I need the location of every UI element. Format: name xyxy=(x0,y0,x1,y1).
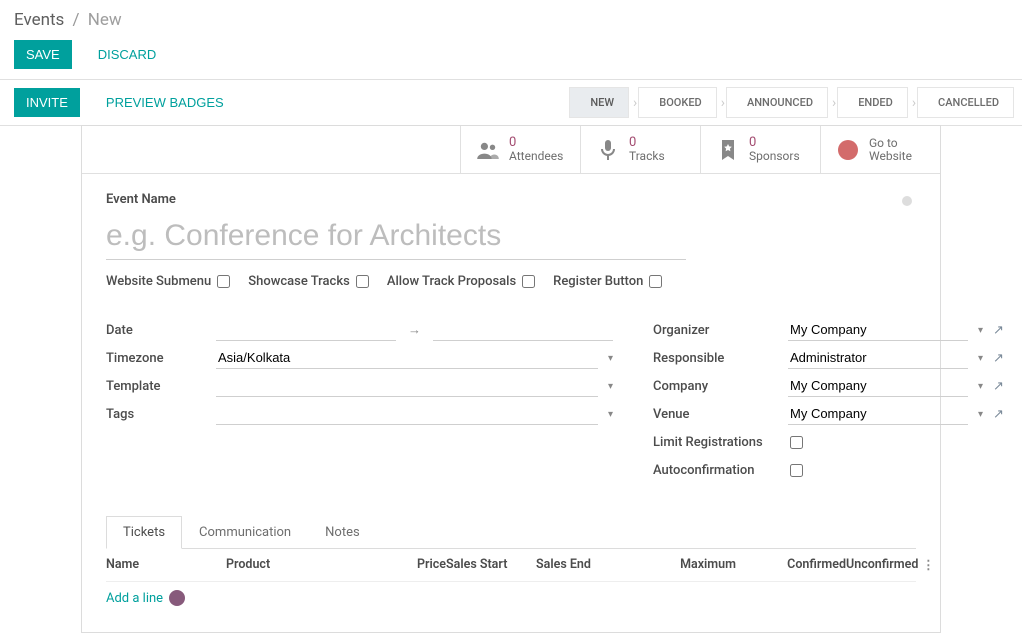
statusbar: INVITE PREVIEW BADGES NEW› BOOKED› ANNOU… xyxy=(0,80,1022,126)
chevron-down-icon[interactable]: ▾ xyxy=(604,353,613,364)
external-link-icon[interactable]: ↗ xyxy=(989,323,1004,338)
arrow-right-icon: → xyxy=(402,322,427,338)
discard-button[interactable]: DISCARD xyxy=(86,40,169,69)
chevron-down-icon[interactable]: ▾ xyxy=(974,381,983,392)
col-sales-end: Sales End xyxy=(536,557,626,573)
form-sheet: 0 Attendees 0 Tracks 0 Sponsors xyxy=(81,125,941,633)
stat-attendees[interactable]: 0 Attendees xyxy=(460,126,580,173)
stat-tracks-num: 0 xyxy=(629,136,665,150)
event-name-input[interactable] xyxy=(106,213,686,260)
breadcrumb: Events / New xyxy=(0,0,1022,34)
chevron-down-icon[interactable]: ▾ xyxy=(974,325,983,336)
showcase-tracks-checkbox[interactable] xyxy=(356,275,369,288)
venue-label: Venue xyxy=(653,407,788,422)
stage-announced[interactable]: ANNOUNCED xyxy=(726,87,828,118)
stat-attendees-num: 0 xyxy=(509,136,563,150)
showcase-tracks-label: Showcase Tracks xyxy=(248,274,350,289)
event-name-label: Event Name xyxy=(106,192,916,207)
col-confirmed: Confirmed xyxy=(736,557,846,573)
tags-input[interactable] xyxy=(216,403,598,425)
microphone-icon xyxy=(597,139,619,161)
date-end-input[interactable] xyxy=(433,319,613,341)
col-maximum: Maximum xyxy=(626,557,736,573)
col-name: Name xyxy=(106,557,226,573)
chevron-down-icon[interactable]: ▾ xyxy=(604,381,613,392)
company-label: Company xyxy=(653,379,788,394)
external-link-icon[interactable]: ↗ xyxy=(989,379,1004,394)
col-menu-icon[interactable]: ⋮ xyxy=(918,557,938,573)
external-link-icon[interactable]: ↗ xyxy=(989,407,1004,422)
stat-sponsors[interactable]: 0 Sponsors xyxy=(700,126,820,173)
chevron-down-icon[interactable]: ▾ xyxy=(974,409,983,420)
register-button-checkbox[interactable] xyxy=(649,275,662,288)
stage-booked[interactable]: BOOKED xyxy=(638,87,716,118)
date-start-input[interactable] xyxy=(216,319,396,341)
website-submenu-label: Website Submenu xyxy=(106,274,211,289)
template-input[interactable] xyxy=(216,375,598,397)
template-label: Template xyxy=(106,379,216,394)
stage-ended[interactable]: ENDED xyxy=(837,87,908,118)
autoconfirmation-checkbox[interactable] xyxy=(790,464,803,477)
company-input[interactable] xyxy=(788,375,968,397)
responsible-input[interactable] xyxy=(788,347,968,369)
users-icon xyxy=(477,139,499,161)
stat-website-l1: Go to xyxy=(869,137,912,150)
timezone-input[interactable] xyxy=(216,347,598,369)
highlight-dot-icon xyxy=(169,590,185,606)
register-button-label: Register Button xyxy=(553,274,643,289)
invite-button[interactable]: INVITE xyxy=(14,88,80,117)
col-sales-start: Sales Start xyxy=(446,557,536,573)
globe-icon xyxy=(837,139,859,161)
add-a-line[interactable]: Add a line xyxy=(106,591,163,606)
tabs: Tickets Communication Notes xyxy=(106,515,916,549)
tags-label: Tags xyxy=(106,407,216,422)
external-link-icon[interactable]: ↗ xyxy=(989,351,1004,366)
limit-registrations-checkbox[interactable] xyxy=(790,436,803,449)
limit-label: Limit Registrations xyxy=(653,435,788,450)
tab-tickets[interactable]: Tickets xyxy=(106,516,182,549)
stat-tracks-lbl: Tracks xyxy=(629,150,665,163)
stat-website[interactable]: Go to Website xyxy=(820,126,940,173)
stat-attendees-lbl: Attendees xyxy=(509,150,563,163)
autoconfirm-label: Autoconfirmation xyxy=(653,463,788,478)
save-button[interactable]: SAVE xyxy=(14,40,72,69)
organizer-input[interactable] xyxy=(788,319,968,341)
stage-pipeline: NEW› BOOKED› ANNOUNCED› ENDED› CANCELLED xyxy=(570,87,1022,118)
col-product: Product xyxy=(226,557,366,573)
stage-new[interactable]: NEW xyxy=(569,87,629,118)
stat-sponsors-num: 0 xyxy=(749,136,800,150)
organizer-label: Organizer xyxy=(653,323,788,338)
chevron-down-icon[interactable]: ▾ xyxy=(604,409,613,420)
allow-proposals-checkbox[interactable] xyxy=(522,275,535,288)
allow-proposals-label: Allow Track Proposals xyxy=(387,274,516,289)
bookmark-star-icon xyxy=(717,139,739,161)
stat-sponsors-lbl: Sponsors xyxy=(749,150,800,163)
stat-tracks[interactable]: 0 Tracks xyxy=(580,126,700,173)
breadcrumb-root[interactable]: Events xyxy=(14,10,64,30)
breadcrumb-sep: / xyxy=(73,10,80,30)
tab-notes[interactable]: Notes xyxy=(308,516,377,549)
tab-communication[interactable]: Communication xyxy=(182,516,308,549)
stat-buttons: 0 Attendees 0 Tracks 0 Sponsors xyxy=(82,126,940,174)
website-submenu-checkbox[interactable] xyxy=(217,275,230,288)
action-bar: SAVE DISCARD xyxy=(0,34,1022,79)
venue-input[interactable] xyxy=(788,403,968,425)
stage-cancelled[interactable]: CANCELLED xyxy=(917,87,1014,118)
timezone-label: Timezone xyxy=(106,351,216,366)
responsible-label: Responsible xyxy=(653,351,788,366)
date-label: Date xyxy=(106,323,216,338)
breadcrumb-current: New xyxy=(88,10,122,30)
tickets-table-header: Name Product Price Sales Start Sales End… xyxy=(106,549,916,582)
col-price: Price xyxy=(366,557,446,573)
col-unconfirmed: Unconfirmed xyxy=(846,557,918,573)
stat-website-l2: Website xyxy=(869,150,912,163)
preview-badges-button[interactable]: PREVIEW BADGES xyxy=(94,88,236,117)
chevron-down-icon[interactable]: ▾ xyxy=(974,353,983,364)
